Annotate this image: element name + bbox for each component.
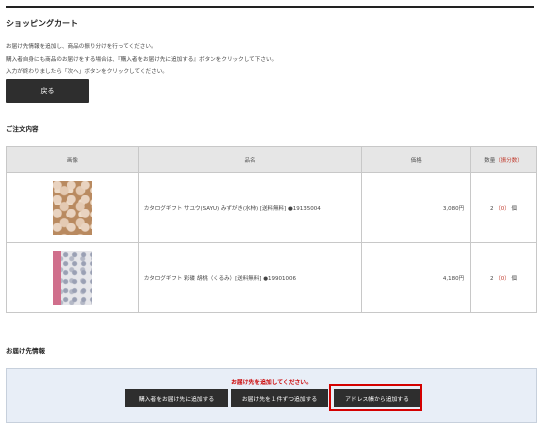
product-price: 4,180円 [361,242,472,313]
product-alloc: （0） [495,275,510,282]
header-price: 価格 [361,146,472,173]
order-table: 画像 品名 価格 数量（振分数） カタログギフト サユウ(SAYU) みずがき(… [6,146,537,313]
product-image[interactable] [52,180,92,235]
header-qty-note: （振分数） [495,157,523,164]
table-row: カタログギフト サユウ(SAYU) みずがき(水柿) [送料無料] ●19135… [6,172,537,243]
instruction-text: 購入者自身にも商品のお届けをする場合は、『購入者をお届け先に追加する』ボタンをク… [6,57,278,63]
product-name: カタログギフト 彩碟 胡桃（くるみ）[送料無料] ●19901006 [137,242,363,313]
add-recipient-one-by-one-button[interactable]: お届け先を１件ずつ追加する [231,389,328,407]
product-qty: 2 [490,205,494,212]
product-image-cell [6,242,139,313]
table-row: カタログギフト 彩碟 胡桃（くるみ）[送料無料] ●19901006 4,180… [6,242,537,313]
product-image-cell [6,172,139,243]
add-from-address-book-button[interactable]: アドレス帳から追加する [334,389,420,407]
header-image: 画像 [6,146,139,173]
shipping-panel: お届け先を追加してください。 購入者をお届け先に追加する お届け先を１件ずつ追加… [6,368,537,423]
product-price: 3,080円 [361,172,472,243]
product-unit: 個 [511,275,518,282]
top-divider [6,6,534,8]
product-qty: 2 [490,275,494,282]
add-buyer-as-recipient-button[interactable]: 購入者をお届け先に追加する [125,389,228,407]
instruction-text: お届け先情報を追加し、商品の振り分けを行ってください。 [6,44,157,50]
product-alloc: （0） [495,205,510,212]
instruction-text: 入力が終わりましたら「次へ」ボタンをクリックしてください。 [6,69,168,75]
shipping-section-title: お届け先情報 [6,347,45,355]
page-title: ショッピングカート [6,19,78,28]
header-name: 品名 [137,146,363,173]
product-qty-cell: 2 （0） 個 [470,242,537,313]
order-section-title: ご注文内容 [6,125,39,133]
product-name: カタログギフト サユウ(SAYU) みずがき(水柿) [送料無料] ●19135… [137,172,363,243]
header-qty-label: 数量 [484,157,496,164]
header-qty: 数量（振分数） [470,146,537,173]
table-header-row: 画像 品名 価格 数量（振分数） [6,146,537,173]
product-qty-cell: 2 （0） 個 [470,172,537,243]
product-image[interactable] [52,250,92,305]
product-unit: 個 [511,205,518,212]
shipping-alert-message: お届け先を追加してください。 [231,380,312,386]
back-button[interactable]: 戻る [6,79,89,103]
